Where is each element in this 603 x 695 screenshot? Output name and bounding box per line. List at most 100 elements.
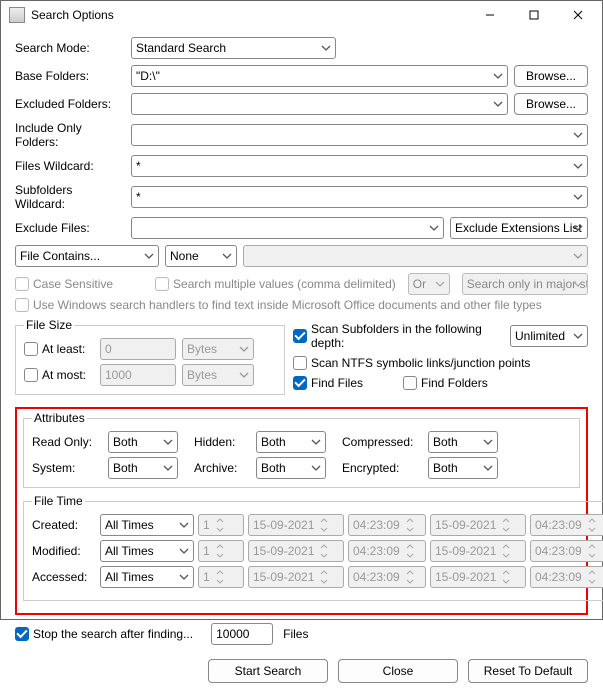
created-count-spin[interactable]: 1 (198, 514, 244, 536)
search-mode-select[interactable]: Standard Search (131, 37, 336, 59)
browse-base-button[interactable]: Browse... (514, 65, 588, 87)
accessed-to-time[interactable]: 04:23:09 (530, 566, 603, 588)
attributes-legend: Attributes (32, 411, 87, 425)
at-most-label: At most: (42, 368, 86, 382)
close-button[interactable] (556, 1, 600, 29)
exclude-files-label: Exclude Files: (15, 221, 125, 235)
stop-after-input[interactable]: 10000 (211, 623, 273, 645)
encrypted-select[interactable]: Both (428, 457, 498, 479)
minimize-button[interactable] (468, 1, 512, 29)
scan-subfolders-checkbox[interactable] (293, 329, 307, 343)
chevron-down-icon (179, 520, 189, 530)
at-most-input[interactable]: 1000 (100, 364, 176, 386)
major-streams-select[interactable]: Search only in major stre (462, 273, 588, 295)
read-only-select[interactable]: Both (108, 431, 178, 453)
case-sensitive-checkbox[interactable] (15, 277, 29, 291)
created-label: Created: (32, 518, 96, 532)
file-contains-mode-value: File Contains... (20, 249, 100, 263)
exclude-extensions-value: Exclude Extensions List (455, 221, 582, 235)
scan-ntfs-checkbox[interactable] (293, 356, 307, 370)
maximize-button[interactable] (512, 1, 556, 29)
accessed-mode-select[interactable]: All Times (100, 566, 194, 588)
modified-mode-select[interactable]: All Times (100, 540, 194, 562)
chevron-down-icon (144, 251, 154, 261)
chevron-down-icon (429, 223, 439, 233)
chevron-down-icon (573, 223, 583, 233)
excluded-folders-combo[interactable] (131, 93, 508, 115)
chevron-down-icon (493, 71, 503, 81)
created-mode-select[interactable]: All Times (100, 514, 194, 536)
modified-from-date[interactable]: 15-09-2021 (248, 540, 344, 562)
file-size-legend: File Size (24, 318, 74, 332)
multi-values-label: Search multiple values (comma delimited) (173, 277, 396, 291)
close-dialog-button[interactable]: Close (338, 659, 458, 683)
chevron-down-icon (573, 161, 583, 171)
accessed-from-date[interactable]: 15-09-2021 (248, 566, 344, 588)
chevron-down-icon (311, 463, 321, 473)
chevron-down-icon (239, 344, 249, 354)
files-wildcard-combo[interactable]: * (131, 155, 588, 177)
system-label: System: (32, 461, 102, 475)
at-least-input[interactable]: 0 (100, 338, 176, 360)
find-folders-label: Find Folders (421, 376, 488, 390)
accessed-label: Accessed: (32, 570, 96, 584)
chevron-down-icon (222, 251, 232, 261)
multi-values-checkbox[interactable] (155, 277, 169, 291)
at-least-checkbox[interactable] (24, 342, 38, 356)
modified-label: Modified: (32, 544, 96, 558)
created-to-time[interactable]: 04:23:09 (530, 514, 603, 536)
exclude-files-combo[interactable] (131, 217, 444, 239)
encrypted-label: Encrypted: (342, 461, 422, 475)
chevron-down-icon (483, 463, 493, 473)
case-sensitive-label: Case Sensitive (33, 277, 113, 291)
modified-from-time[interactable]: 04:23:09 (348, 540, 426, 562)
subfolders-wildcard-combo[interactable]: * (131, 186, 588, 208)
compressed-label: Compressed: (342, 435, 422, 449)
include-only-combo[interactable] (131, 124, 588, 146)
stop-after-checkbox[interactable] (15, 627, 29, 641)
reset-default-button[interactable]: Reset To Default (468, 659, 588, 683)
at-most-checkbox[interactable] (24, 368, 38, 382)
subfolders-wildcard-label: Subfolders Wildcard: (15, 183, 125, 211)
file-contains-match-select[interactable]: None (165, 245, 237, 267)
file-contains-match-value: None (170, 249, 199, 263)
base-folders-combo[interactable]: "D:\" (131, 65, 508, 87)
window-title: Search Options (31, 8, 468, 22)
scan-depth-select[interactable]: Unlimited (510, 325, 588, 347)
chevron-down-icon (321, 43, 331, 53)
chevron-down-icon (179, 572, 189, 582)
or-select[interactable]: Or (408, 273, 450, 295)
chevron-down-icon (493, 99, 503, 109)
compressed-select[interactable]: Both (428, 431, 498, 453)
at-least-unit-select[interactable]: Bytes (182, 338, 254, 360)
file-contains-mode-select[interactable]: File Contains... (15, 245, 159, 267)
modified-count-spin[interactable]: 1 (198, 540, 244, 562)
created-from-date[interactable]: 15-09-2021 (248, 514, 344, 536)
archive-label: Archive: (194, 461, 250, 475)
accessed-from-time[interactable]: 04:23:09 (348, 566, 426, 588)
modified-to-date[interactable]: 15-09-2021 (430, 540, 526, 562)
include-only-label: Include Only Folders: (15, 121, 125, 149)
file-contains-text-input[interactable] (243, 245, 588, 267)
exclude-extensions-select[interactable]: Exclude Extensions List (450, 217, 588, 239)
find-folders-checkbox[interactable] (403, 376, 417, 390)
search-mode-value: Standard Search (136, 41, 226, 55)
base-folders-value: "D:\" (136, 69, 160, 83)
archive-select[interactable]: Both (256, 457, 326, 479)
accessed-count-spin[interactable]: 1 (198, 566, 244, 588)
find-files-checkbox[interactable] (293, 376, 307, 390)
win-handlers-checkbox[interactable] (15, 298, 29, 312)
read-only-label: Read Only: (32, 435, 102, 449)
scan-subfolders-label: Scan Subfolders in the following depth: (311, 322, 500, 350)
hidden-select[interactable]: Both (256, 431, 326, 453)
modified-to-time[interactable]: 04:23:09 (530, 540, 603, 562)
created-from-time[interactable]: 04:23:09 (348, 514, 426, 536)
accessed-to-date[interactable]: 15-09-2021 (430, 566, 526, 588)
start-search-button[interactable]: Start Search (208, 659, 328, 683)
created-to-date[interactable]: 15-09-2021 (430, 514, 526, 536)
browse-excluded-button[interactable]: Browse... (514, 93, 588, 115)
at-most-unit-select[interactable]: Bytes (182, 364, 254, 386)
win-handlers-label: Use Windows search handlers to find text… (33, 298, 542, 312)
chevron-down-icon (239, 370, 249, 380)
system-select[interactable]: Both (108, 457, 178, 479)
